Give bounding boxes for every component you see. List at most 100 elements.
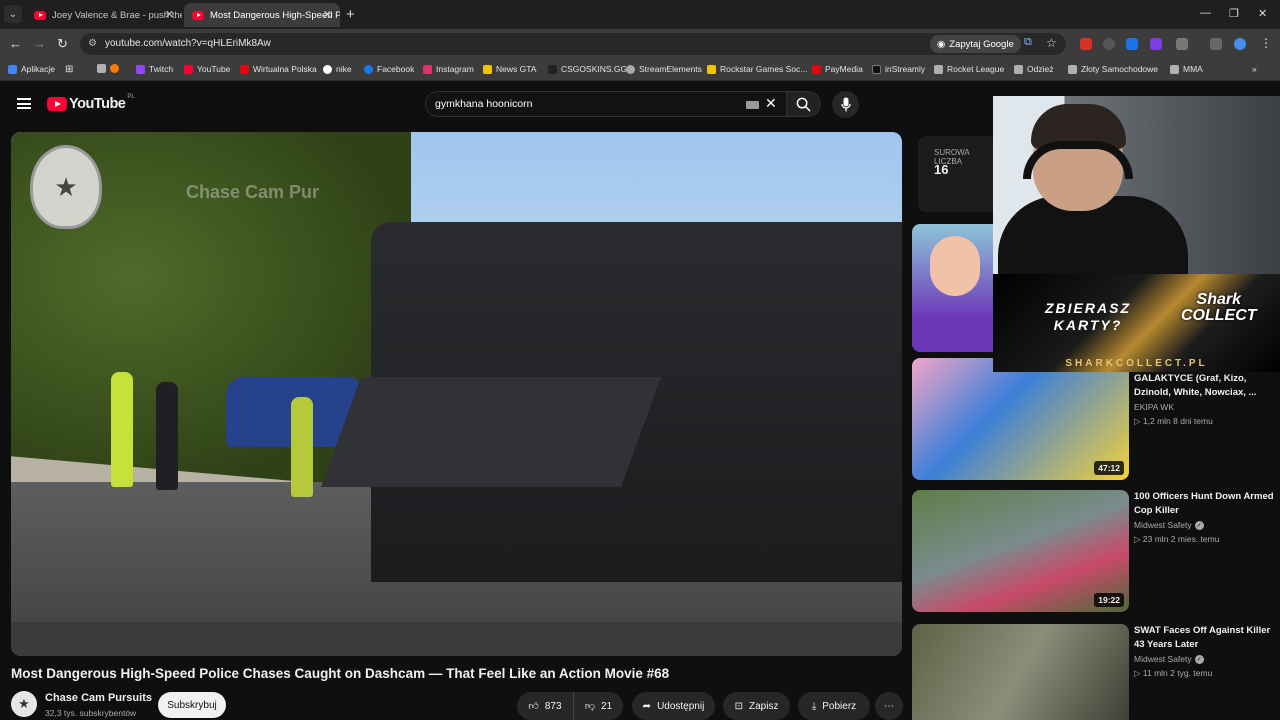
keyboard-icon[interactable] (746, 101, 759, 109)
url-text: youtube.com/watch?v=qHLEriMk8Aw (105, 38, 271, 49)
bookmark-youtube[interactable]: YouTube (184, 64, 230, 74)
close-icon[interactable]: ✕ (165, 8, 174, 21)
channel-name[interactable]: Chase Cam Pursuits (45, 692, 152, 704)
share-button[interactable]: ➦ Udostępnij (632, 692, 715, 720)
recommendation-channel[interactable]: EKIPA WK (1134, 402, 1174, 412)
download-button[interactable]: ⤓ Pobierz (798, 692, 870, 720)
bookmark-paymedia[interactable]: PayMedia (812, 64, 863, 74)
bookmark-apps[interactable]: Aplikacje (8, 64, 55, 74)
subscriber-count: 32,3 tys. subskrybentów (45, 708, 137, 718)
sponsor-logo-bottom: COLLECT (1181, 307, 1257, 324)
recommendation-thumbnail[interactable]: 19:22 (912, 490, 1129, 612)
extension-purple-icon[interactable] (1150, 38, 1162, 50)
stats-chip[interactable]: SUROWA LICZBA 16 (918, 136, 998, 212)
channel-label: Midwest Safety (1134, 654, 1192, 664)
ask-google-button[interactable]: ◉ Zapytaj Google (930, 35, 1021, 53)
stats-chip-value: 16 (934, 162, 949, 177)
bookmark-newsgta[interactable]: News GTA (483, 64, 536, 74)
recommendation-meta: ▷ 1,2 mln 8 dni temu (1134, 416, 1213, 426)
google-lens-icon: ◉ (937, 38, 946, 50)
clear-search-icon[interactable]: ✕ (765, 95, 777, 112)
download-label: Pobierz (822, 700, 857, 712)
bookmark-rockstar[interactable]: Rockstar Games Soc... (707, 64, 807, 74)
recommendation-title[interactable]: GALAKTYCE (Graf, Kizo, Dzinold, White, N… (1134, 372, 1274, 400)
forward-button[interactable]: → (33, 36, 46, 51)
site-info-icon[interactable]: ⚙ (88, 38, 97, 49)
search-query: gymkhana hoonicorn (435, 98, 533, 110)
recommendation-thumbnail[interactable] (912, 624, 1129, 720)
maximize-button[interactable]: ❐ (1229, 7, 1239, 20)
recommendation-meta: ▷ 11 mln 2 tyg. temu (1134, 668, 1213, 678)
bookmark-label: inStreamly (885, 64, 926, 74)
new-tab-button[interactable]: + (346, 6, 355, 23)
back-button[interactable]: ← (9, 36, 22, 51)
save-button[interactable]: ⊡ Zapisz (723, 692, 790, 720)
bookmark-streamelements[interactable]: StreamElements (626, 64, 702, 74)
bookmark-zloty[interactable]: Złoty Samochodowe (1068, 64, 1158, 74)
bookmark-facebook[interactable]: Facebook (364, 64, 414, 74)
bookmarks-overflow-button[interactable]: » (1252, 64, 1257, 74)
bookmark-mma[interactable]: MMA (1170, 64, 1203, 74)
bookmark-folder[interactable] (97, 64, 119, 73)
profile-avatar-icon[interactable] (1234, 38, 1246, 50)
recommendation-meta: ▷ 23 mln 2 mies. temu (1134, 534, 1220, 544)
extension-red-icon[interactable] (1080, 38, 1092, 50)
reload-button[interactable]: ↻ (57, 36, 68, 52)
bookmark-rocket-league[interactable]: Rocket League (934, 64, 1004, 74)
dislike-count: 21 (601, 700, 613, 712)
close-icon[interactable]: ✕ (323, 8, 332, 21)
bookmark-grid[interactable]: ⊞ (65, 64, 73, 75)
like-button[interactable]: 👍︎ 873 (517, 692, 573, 720)
bookmark-label: Złoty Samochodowe (1081, 64, 1159, 74)
search-input[interactable]: gymkhana hoonicorn ✕ (425, 91, 787, 117)
voice-search-button[interactable] (832, 91, 859, 118)
tab-joey-valence[interactable]: Joey Valence & Brae - push the ✕ (26, 3, 182, 27)
recommendation-title[interactable]: SWAT Faces Off Against Killer 43 Years L… (1134, 624, 1274, 652)
bookmark-twitch[interactable]: Twitch (136, 64, 173, 74)
bookmark-label: Twitch (149, 64, 174, 74)
download-icon: ⤓ (811, 700, 817, 712)
install-app-icon[interactable]: ⧉ (1024, 36, 1032, 49)
sponsor-logo: Shark COLLECT (1181, 292, 1257, 324)
dislike-button[interactable]: 👎︎ 21 (573, 692, 623, 720)
folder-icon (934, 64, 943, 74)
recommendation-channel[interactable]: Midwest Safety ✓ (1134, 654, 1204, 664)
extension-grey-icon[interactable] (1103, 38, 1115, 50)
bookmark-csgoskins[interactable]: CSGOSKINS.GG (548, 64, 627, 74)
bookmark-label: YouTube (197, 64, 231, 74)
extensions-puzzle-icon[interactable] (1176, 38, 1188, 50)
bookmark-star-icon[interactable]: ☆ (1046, 36, 1057, 50)
recommendation-thumbnail-partial[interactable] (912, 224, 993, 352)
tab-search-button[interactable]: ⌄ (4, 5, 22, 23)
sponsor-logo-top: Shark (1196, 291, 1241, 308)
recommendation-channel[interactable]: Midwest Safety ✓ (1134, 520, 1204, 530)
channel-avatar[interactable]: ★ (11, 691, 37, 717)
minimize-button[interactable]: — (1200, 7, 1211, 19)
bookmark-wp[interactable]: Wirtualna Polska (240, 64, 317, 74)
recommendation-thumbnail[interactable]: 47:12 (912, 358, 1129, 480)
bookmark-odziez[interactable]: Odzież (1014, 64, 1053, 74)
recommendation-title[interactable]: 100 Officers Hunt Down Armed Cop Killer (1134, 490, 1274, 518)
address-bar[interactable]: ⚙ youtube.com/watch?v=qHLEriMk8Aw ◉ Zapy… (80, 33, 1066, 55)
hamburger-menu-icon[interactable] (17, 98, 31, 109)
microphone-icon (840, 97, 851, 112)
subscribe-button[interactable]: Subskrybuj (158, 692, 226, 718)
folder-icon (1170, 64, 1179, 74)
chevron-right-icon: » (1252, 64, 1257, 74)
bookmark-instreamly[interactable]: inStreamly (872, 64, 925, 74)
meta-label: 1,2 mln 8 dni temu (1142, 416, 1213, 426)
browser-menu-icon[interactable]: ⋮ (1260, 36, 1272, 50)
bookmark-instagram[interactable]: Instagram (423, 64, 474, 74)
bookmark-nike[interactable]: nike (323, 64, 352, 74)
youtube-logo[interactable]: YouTube PL (47, 94, 135, 112)
more-actions-button[interactable]: ⋯ (875, 692, 903, 720)
reading-list-icon[interactable] (1210, 38, 1222, 50)
video-frame-officer (111, 372, 133, 487)
window-close-button[interactable]: ✕ (1258, 7, 1267, 20)
search-button[interactable] (787, 91, 821, 117)
video-player[interactable]: ★ Chase Cam Pur (11, 132, 902, 656)
apps-icon (8, 64, 17, 74)
grid-icon: ⊞ (65, 64, 74, 75)
extension-audio-icon[interactable] (1126, 38, 1138, 50)
tab-most-dangerous[interactable]: Most Dangerous High-Speed Pol ✕ (184, 3, 340, 27)
